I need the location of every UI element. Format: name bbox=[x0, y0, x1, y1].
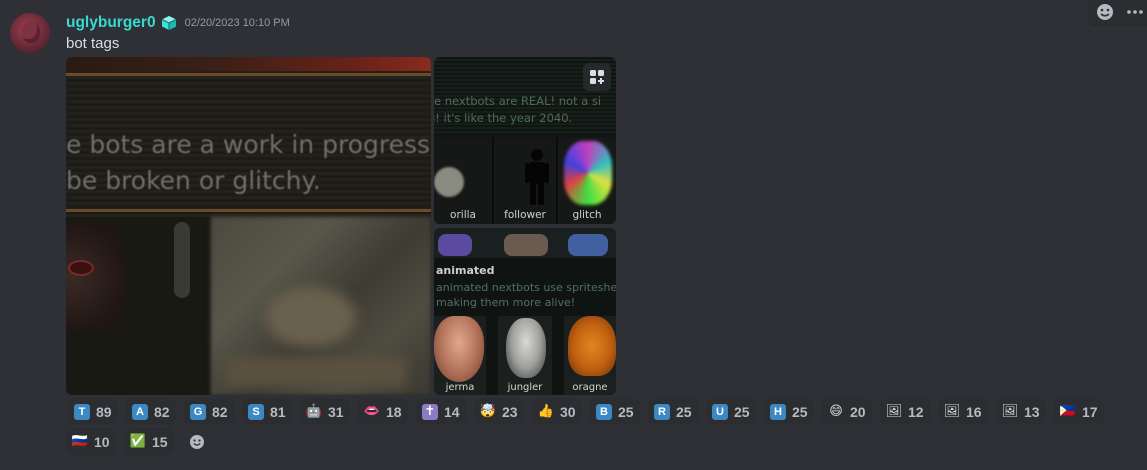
reaction-flag-philippines[interactable]: 🇵🇭 17 bbox=[1054, 398, 1104, 425]
attachment-image-main[interactable]: e bots are a work in progress be broken o… bbox=[66, 57, 431, 395]
letter-u-icon: U bbox=[712, 403, 728, 420]
reaction-letter-s[interactable]: S 81 bbox=[242, 398, 292, 425]
letter-b-icon: B bbox=[596, 403, 612, 420]
reaction-letter-b[interactable]: B 25 bbox=[590, 398, 640, 425]
reaction-custom-1[interactable]: 🖼 12 bbox=[880, 398, 930, 425]
bot-label: jerma bbox=[445, 382, 475, 393]
bot-label: follower bbox=[504, 209, 546, 221]
thumbs-up-icon: 👍 bbox=[537, 403, 555, 419]
reaction-letter-h[interactable]: H 25 bbox=[764, 398, 814, 425]
reaction-letter-t[interactable]: T 89 bbox=[68, 398, 118, 425]
letter-h-icon: H bbox=[770, 403, 786, 420]
chat-message: uglyburger0 02/20/2023 10:10 PM bot tags bbox=[0, 0, 1147, 470]
custom-emoji-icon: 🖼 bbox=[885, 403, 903, 419]
attachment-image-bottom[interactable]: animated animated nextbots use spriteshe… bbox=[434, 228, 616, 395]
reaction-robot[interactable]: 🤖 31 bbox=[300, 398, 350, 425]
section-heading: animated bbox=[436, 264, 495, 277]
exploding-head-icon: 🤯 bbox=[479, 403, 497, 419]
letter-r-icon: R bbox=[654, 403, 670, 420]
bot-label: orilla bbox=[450, 209, 476, 221]
check-mark-icon: ✅ bbox=[129, 433, 147, 449]
letter-s-icon: S bbox=[248, 403, 264, 420]
lips-icon: 👄 bbox=[363, 403, 381, 419]
reaction-exploding-head[interactable]: 🤯 23 bbox=[474, 398, 524, 425]
reaction-flag-russia[interactable]: 🇷🇺 10 bbox=[66, 428, 116, 455]
reaction-custom-3[interactable]: 🖼 13 bbox=[996, 398, 1046, 425]
reaction-thumbs-up[interactable]: 👍 30 bbox=[532, 398, 582, 425]
robot-icon: 🤖 bbox=[305, 403, 323, 419]
reaction-grinning-face[interactable]: 😄 20 bbox=[822, 398, 872, 425]
cube-badge-icon bbox=[161, 15, 177, 31]
username[interactable]: uglyburger0 bbox=[66, 14, 156, 32]
bot-label: oragne bbox=[572, 382, 608, 393]
reaction-custom-2[interactable]: 🖼 16 bbox=[938, 398, 988, 425]
reaction-check-mark[interactable]: ✅ 15 bbox=[124, 428, 174, 455]
custom-emoji-icon: 🖼 bbox=[943, 403, 961, 419]
reaction-letter-u[interactable]: U 25 bbox=[706, 398, 756, 425]
letter-t-icon: T bbox=[74, 403, 90, 420]
user-avatar[interactable] bbox=[10, 13, 50, 53]
media-mosaic-icon[interactable] bbox=[583, 63, 611, 91]
message-text: bot tags bbox=[66, 35, 120, 52]
add-reaction-icon[interactable] bbox=[1090, 0, 1120, 25]
timestamp: 02/20/2023 10:10 PM bbox=[184, 17, 290, 29]
smiley-icon bbox=[190, 434, 204, 449]
image-caption-text: se nextbots are REAL! not a si g! it's li… bbox=[434, 94, 602, 125]
grinning-face-icon: 😄 bbox=[829, 403, 843, 419]
bot-label: jungler bbox=[507, 382, 543, 393]
reaction-letter-g[interactable]: G 82 bbox=[184, 398, 234, 425]
flag-philippines-icon: 🇵🇭 bbox=[1059, 403, 1077, 419]
image-caption-text: animated nextbots use spriteshee making t… bbox=[436, 281, 616, 309]
letter-a-icon: A bbox=[132, 403, 148, 420]
message-header: uglyburger0 02/20/2023 10:10 PM bbox=[66, 12, 290, 34]
bot-label: glitch bbox=[572, 209, 602, 221]
person-silhouette-icon bbox=[525, 149, 549, 205]
reaction-letter-r[interactable]: R 25 bbox=[648, 398, 698, 425]
message-hover-toolbar bbox=[1089, 0, 1147, 26]
custom-emoji-icon: 🖼 bbox=[1001, 403, 1019, 419]
reaction-cross[interactable]: ✝ 14 bbox=[416, 398, 466, 425]
more-options-icon[interactable] bbox=[1120, 0, 1147, 25]
letter-g-icon: G bbox=[190, 403, 206, 420]
image-gallery: e bots are a work in progress be broken o… bbox=[66, 57, 616, 395]
reaction-letter-a[interactable]: A 82 bbox=[126, 398, 176, 425]
flag-russia-icon: 🇷🇺 bbox=[71, 433, 89, 449]
reaction-lips[interactable]: 👄 18 bbox=[358, 398, 408, 425]
add-reaction-button[interactable] bbox=[183, 428, 211, 455]
latin-cross-icon: ✝ bbox=[422, 403, 438, 420]
image-caption-text: e bots are a work in progress be broken o… bbox=[66, 130, 431, 195]
